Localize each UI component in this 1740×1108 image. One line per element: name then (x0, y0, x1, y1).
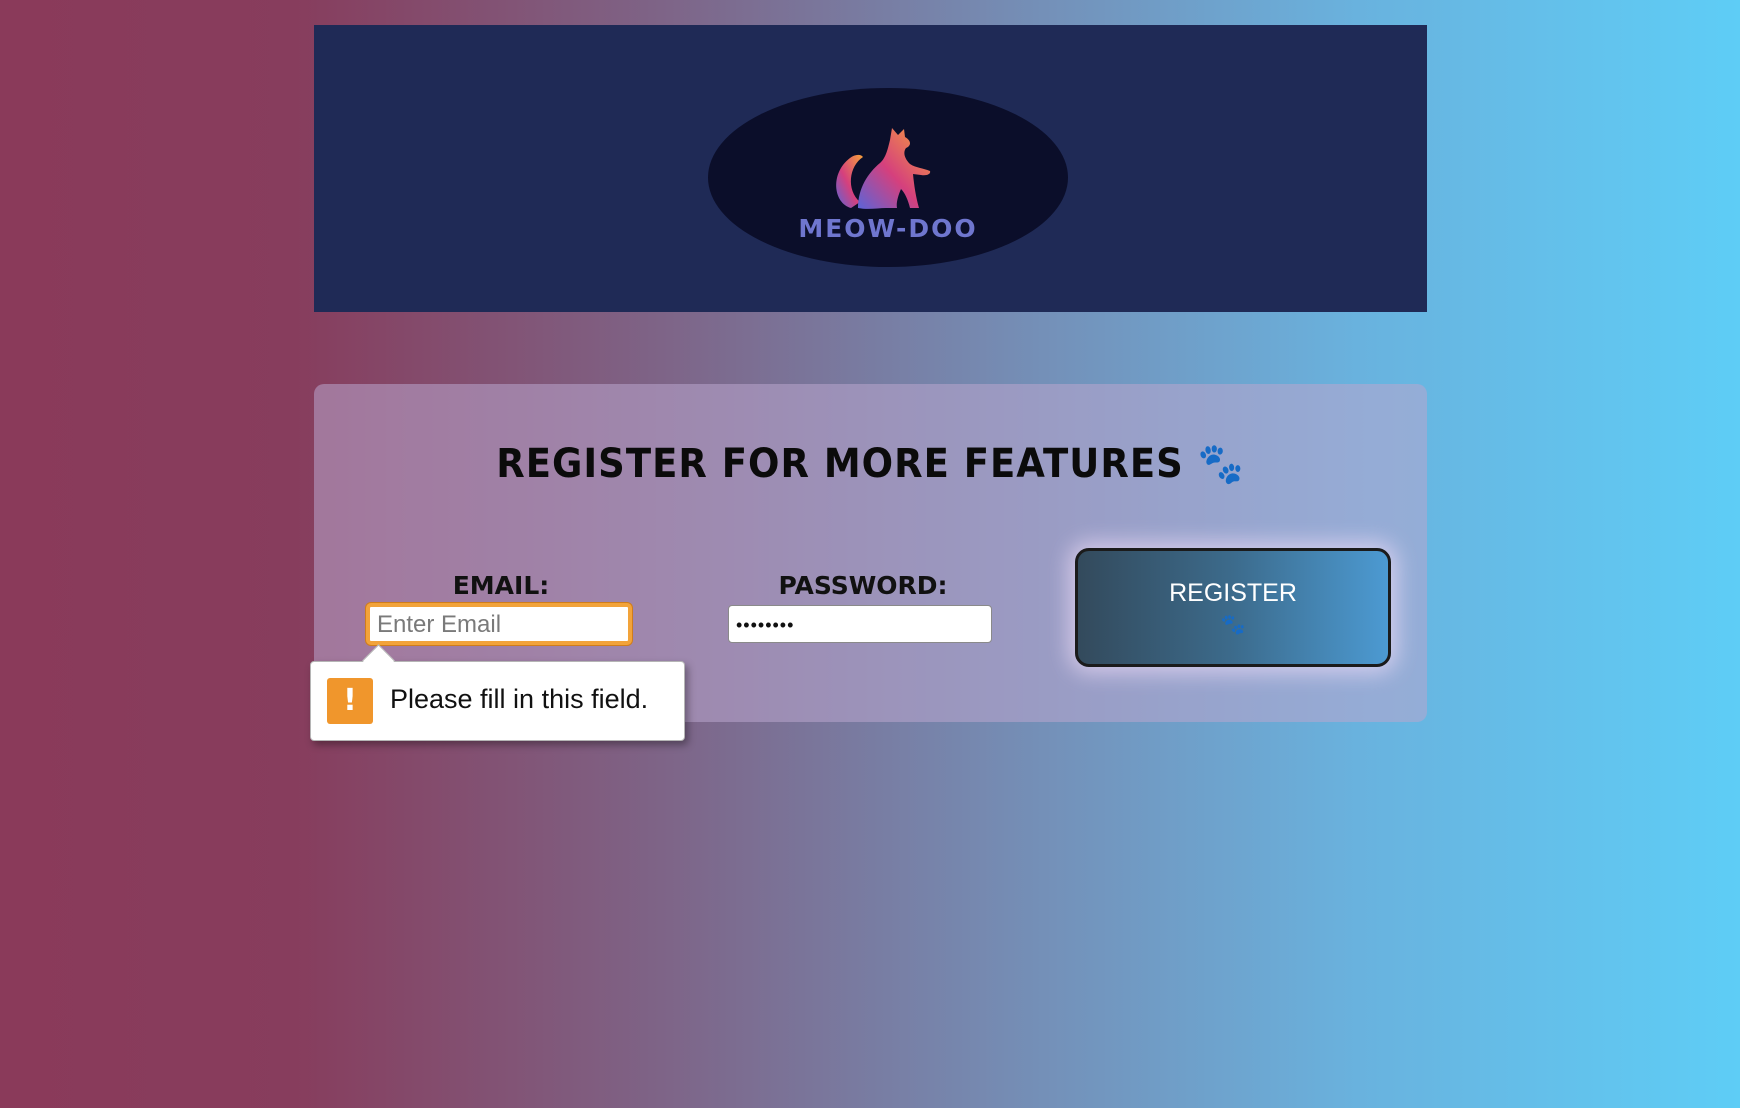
register-button[interactable]: REGISTER 🐾 (1075, 548, 1391, 667)
warning-icon: ! (327, 678, 373, 724)
validation-message: Please fill in this field. (390, 684, 649, 714)
logo-text: MEOW-DOO (798, 214, 978, 243)
meow-doo-logo[interactable]: MEOW-DOO (708, 88, 1068, 267)
validation-tooltip: ! Please fill in this field. (310, 644, 685, 741)
register-title-text: Register for more features (496, 440, 1184, 487)
paw-icon: 🐾 (1220, 612, 1246, 636)
password-input[interactable]: •••••••• (728, 605, 992, 643)
email-input[interactable]: Enter Email (366, 603, 632, 645)
register-button-label: REGISTER (1169, 579, 1297, 607)
register-title: Register for more features 🐾 (314, 440, 1427, 488)
password-label: Password: (778, 571, 948, 600)
email-label: Email: (452, 571, 550, 600)
paw-icon: 🐾 (1197, 440, 1245, 487)
site-header: MEOW-DOO (314, 25, 1427, 312)
